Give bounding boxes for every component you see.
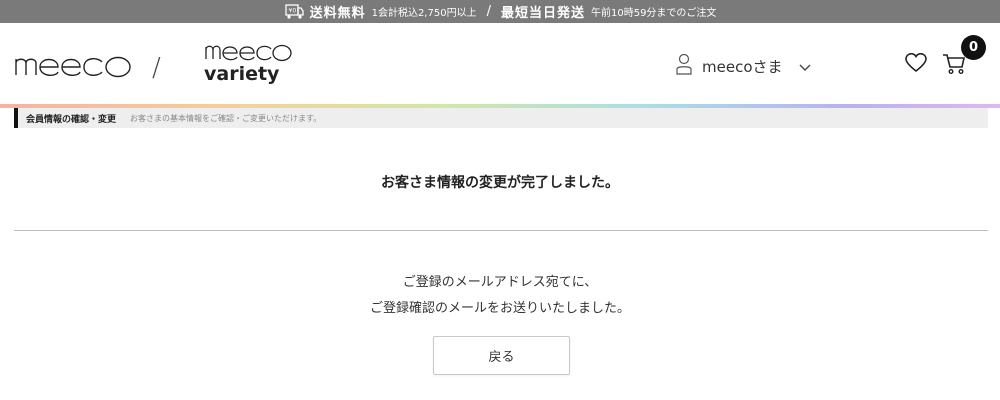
user-icon — [676, 53, 692, 79]
logo-divider: / — [152, 53, 161, 83]
mail-notice: ご登録のメールアドレス宛てに、 ご登録確認のメールをお送りいたしました。 — [0, 270, 1000, 322]
shipping-free-label: 送料無料 — [309, 6, 366, 21]
mail-notice-line1: ご登録のメールアドレス宛てに、 — [402, 275, 598, 290]
user-menu[interactable]: meecoさま — [676, 53, 811, 79]
delivery-truck-icon: ¥0 — [284, 3, 304, 20]
site-header: meeco / meeco variety — [0, 23, 1000, 105]
divider — [14, 230, 988, 231]
section-title: 会員情報の確認・変更 — [26, 114, 117, 125]
meeco-logo[interactable]: meeco — [14, 49, 132, 79]
section-description: お客さまの基本情報をご確認・ご変更いただけます。 — [130, 113, 322, 123]
back-button[interactable]: 戻る — [433, 336, 570, 375]
chevron-down-icon — [799, 57, 811, 76]
section-header: 会員情報の確認・変更 お客さまの基本情報をご確認・ご変更いただけます。 — [14, 108, 988, 128]
svg-text:variety: variety — [204, 63, 280, 85]
meeco-variety-logo[interactable]: meeco variety — [202, 41, 294, 85]
cart-icon[interactable] — [942, 53, 966, 79]
shipping-condition: 1会計税込2,750円以上 — [371, 8, 477, 19]
same-day-condition: 午前10時59分までのご注文 — [590, 8, 717, 19]
completion-message: お客さま情報の変更が完了しました。 — [381, 175, 619, 191]
mail-notice-line2: ご登録確認のメールをお送りいたしました。 — [369, 301, 630, 316]
heart-icon[interactable] — [905, 52, 927, 77]
same-day-label: 最短当日発送 — [500, 6, 585, 21]
cart-count-badge: 0 — [961, 35, 986, 60]
announcement-bar: ¥0 送料無料 1会計税込2,750円以上 / 最短当日発送 午前10時59分ま… — [0, 0, 1000, 23]
svg-text:¥0: ¥0 — [288, 7, 296, 14]
topbar-separator: / — [486, 4, 491, 19]
user-name: meecoさま — [702, 57, 783, 76]
